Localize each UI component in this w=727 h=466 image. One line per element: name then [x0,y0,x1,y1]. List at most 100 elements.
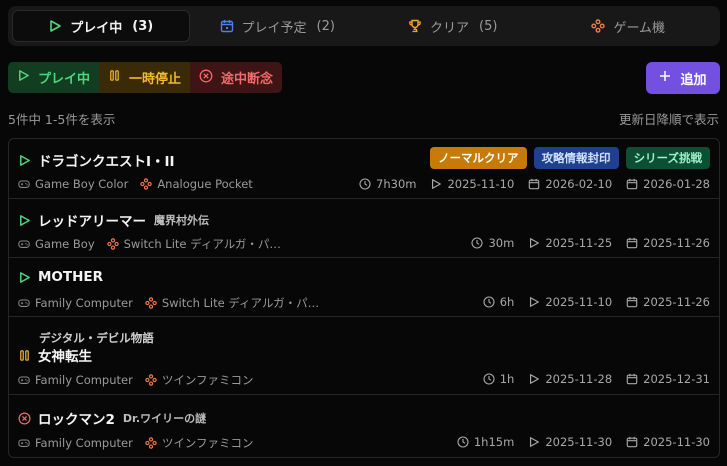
game-title: ドラゴンクエストI・II [38,154,175,170]
clock-icon [471,237,484,249]
game-row[interactable]: ドラゴンクエストI・II ノーマルクリア 攻略情報封印 シリーズ挑戦 Game Bo… [9,139,719,199]
platform-info: Switch Lite ディアルガ・パ… [106,236,281,252]
updated-date: 2025-11-26 [626,236,710,250]
title-line: MOTHER [18,269,111,285]
playtime: 30m [471,236,514,250]
game-subtitle: Dr.ワイリーの謎 [122,412,207,425]
filter-paused[interactable]: 一時停止 [99,62,191,93]
clock-icon [483,296,495,308]
updated-date-value: 2025-11-26 [643,236,710,250]
play-icon [18,214,31,227]
planned-date-value: 2026-02-10 [545,177,613,191]
filter-label: 一時停止 [129,72,182,87]
calendar-icon [626,373,638,385]
clock-icon [483,373,495,385]
playtime-value: 1h [499,372,515,386]
console-name: Family Computer [35,436,133,450]
game-title: MOTHER [38,269,104,285]
tag-list: ノーマルクリア 攻略情報封印 シリーズ挑戦 [430,147,710,169]
x-circle-icon [199,69,213,87]
game-list: ドラゴンクエストI・II ノーマルクリア 攻略情報封印 シリーズ挑戦 Game Bo… [8,138,720,458]
tab-cleared[interactable]: クリア (5) [365,10,541,42]
gamepad-icon [145,437,157,449]
playtime: 1h15m [457,435,514,449]
game-title: レッドアリーマー [38,214,146,230]
playtime-value: 1h15m [473,435,515,449]
game-row[interactable]: レッドアリーマー 魔界村外伝 Game Boy Switch Lite ディアル… [9,199,719,258]
tab-label: プレイ予定 [241,20,307,36]
start-date: 2025-11-25 [528,236,612,250]
tab-planned[interactable]: プレイ予定 (2) [190,10,366,42]
result-summary: 5件中 1-5件を表示 [8,112,116,127]
game-row[interactable]: ロックマン2 Dr.ワイリーの謎 Family Computer ツインファミコ… [9,395,719,457]
start-date-value: 2025-11-30 [545,435,613,449]
play-icon [18,271,31,284]
tab-count: (5) [479,18,498,34]
play-icon [48,19,62,33]
tab-label: ゲーム機 [613,20,666,36]
game-stats: 1h15m 2025-11-30 2025-11-30 [443,435,710,449]
game-meta: Family Computer ツインファミコン [18,435,266,451]
updated-date: 2025-12-31 [626,372,710,386]
game-row[interactable]: デジタル・デビル物語 女神転生 Family Computer ツインファミコン… [9,317,719,395]
controller-icon [18,437,30,449]
platform-info: Analogue Pocket [140,177,253,191]
tab-count: (3) [132,18,154,34]
calendar-icon [220,19,234,33]
game-meta: Family Computer ツインファミコン [18,372,266,388]
calendar-icon [626,237,638,249]
play-icon [528,373,540,385]
play-icon [18,154,31,167]
pause-icon [108,69,121,86]
game-meta: Family Computer Switch Lite ディアルガ・パ… [18,295,331,311]
pause-icon [18,349,31,362]
game-stats: 1h 2025-11-28 2025-12-31 [469,372,710,386]
play-icon [528,237,540,249]
sort-indicator[interactable]: 更新日降順で表示 [619,109,719,128]
tab-playing[interactable]: プレイ中 (3) [12,10,190,42]
start-date-value: 2025-11-10 [447,177,515,191]
platform-info: ツインファミコン [145,435,254,451]
game-stats: 7h30m 2025-11-10 2026-02-10 2026-01-28 [345,177,710,191]
status-tabs: プレイ中 (3) プレイ予定 (2) クリア (5) ゲーム機 [8,6,720,46]
console-name: Game Boy Color [35,177,129,191]
controller-icon [18,178,30,190]
tab-consoles[interactable]: ゲーム機 [541,10,717,42]
console-name: Family Computer [35,296,133,310]
playtime-value: 6h [499,295,515,309]
game-row[interactable]: MOTHER Family Computer Switch Lite ディアルガ… [9,258,719,317]
gamepad-icon [591,19,606,33]
console-info: Game Boy Color [18,177,128,191]
tag-badge: ノーマルクリア [430,147,527,169]
platform-info: Switch Lite ディアルガ・パ… [145,295,319,311]
start-date-value: 2025-11-25 [545,236,613,250]
add-game-button[interactable]: 追加 [646,62,720,94]
updated-date-value: 2025-11-26 [643,295,710,309]
title-line: レッドアリーマー 魔界村外伝 [18,210,209,230]
console-info: Game Boy [18,237,95,251]
controller-icon [18,374,30,386]
playtime: 7h30m [359,177,416,191]
start-date-value: 2025-11-28 [545,372,613,386]
planned-date: 2026-02-10 [528,177,612,191]
game-kicker: デジタル・デビル物語 [39,331,154,345]
game-stats: 30m 2025-11-25 2025-11-26 [457,236,710,250]
filter-abandoned[interactable]: 途中断念 [190,62,283,93]
updated-date: 2025-11-26 [626,295,710,309]
playtime: 1h [483,372,515,386]
calendar-icon [626,296,638,308]
start-date-value: 2025-11-10 [545,295,613,309]
gamepad-icon [145,297,157,309]
platform-name: ツインファミコン [161,436,254,450]
platform-name: Analogue Pocket [157,177,253,191]
start-date: 2025-11-10 [430,177,514,191]
game-title: 女神転生 [38,349,92,365]
console-name: Family Computer [35,373,133,387]
filter-playing[interactable]: プレイ中 [8,62,100,93]
tab-label: クリア [430,20,470,36]
clock-icon [457,436,469,448]
updated-date-value: 2026-01-28 [643,177,710,191]
console-info: Family Computer [18,373,133,387]
trophy-icon [408,19,422,33]
play-icon [17,69,30,86]
